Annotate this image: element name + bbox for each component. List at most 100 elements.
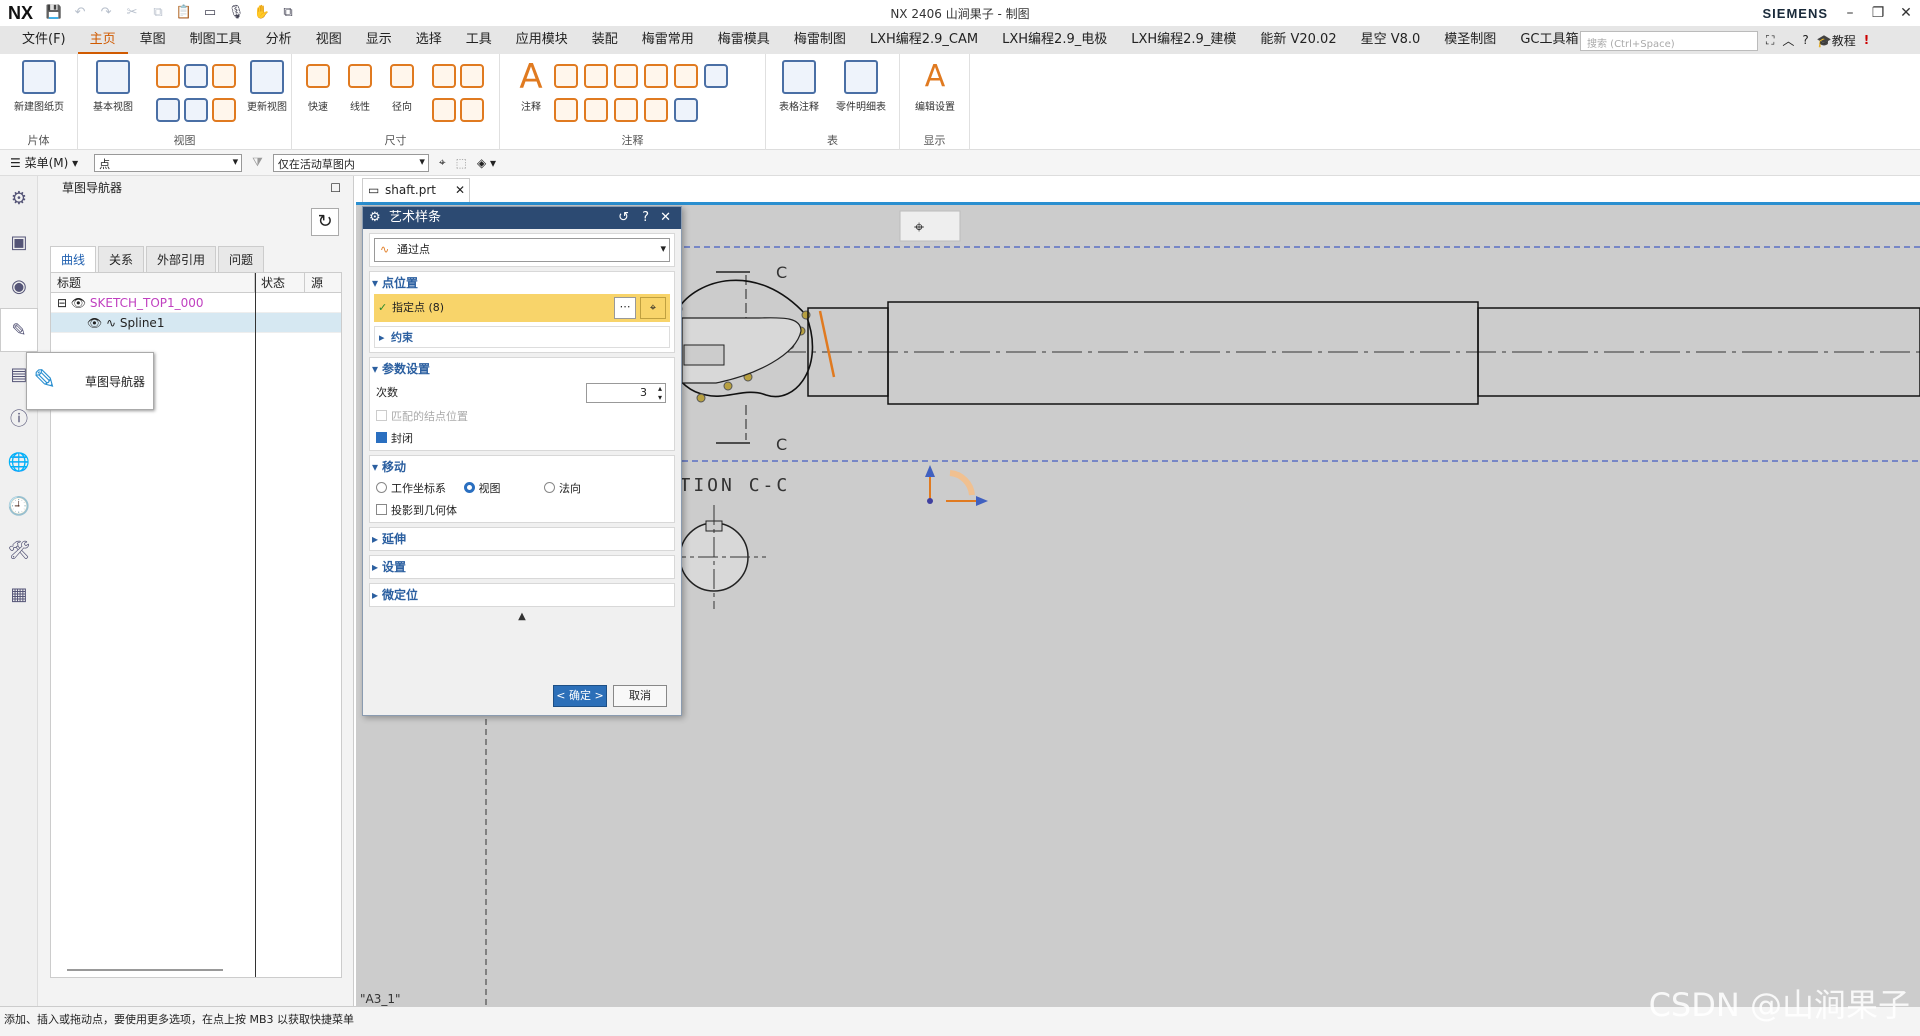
- dialog-settings-icon[interactable]: ⚙: [369, 207, 381, 229]
- note-button[interactable]: A 注释: [500, 60, 562, 113]
- ordinate-dimension-icon[interactable]: [460, 98, 484, 122]
- ok-button[interactable]: < 确定 >: [553, 685, 607, 707]
- menu-meilei-common[interactable]: 梅雷常用: [630, 26, 706, 54]
- menu-lxh-cam[interactable]: LXH编程2.9_CAM: [858, 26, 990, 54]
- view-boundary[interactable]: [633, 246, 1920, 462]
- minimize-icon[interactable]: –: [1836, 0, 1864, 26]
- select-option-icon[interactable]: ⬚: [456, 156, 467, 170]
- quick-dimension-icon[interactable]: [306, 64, 330, 88]
- feature-control-frame-icon[interactable]: [554, 64, 578, 88]
- history-icon[interactable]: 🕘: [0, 484, 38, 528]
- menu-sketch[interactable]: 草图: [128, 26, 178, 54]
- detail-view-icon[interactable]: [212, 64, 236, 88]
- wcs-radio-option[interactable]: 工作坐标系: [376, 482, 446, 495]
- col-title[interactable]: 标题: [51, 273, 255, 292]
- display-icon[interactable]: ▭: [201, 4, 219, 22]
- view-triad-toolbar[interactable]: [899, 210, 961, 242]
- copy-icon[interactable]: ⧉: [149, 4, 167, 22]
- base-view-button[interactable]: 基本视图: [82, 60, 144, 113]
- hatch-icon[interactable]: [674, 64, 698, 88]
- target-point-icon[interactable]: [614, 98, 638, 122]
- normal-radio[interactable]: [544, 482, 555, 493]
- assembly-navigator-icon[interactable]: ◉: [0, 264, 38, 308]
- menu-analysis[interactable]: 分析: [254, 26, 304, 54]
- collapse-dialog-icon[interactable]: ▲: [363, 611, 681, 622]
- radial-dimension-icon[interactable]: [390, 64, 414, 88]
- save-icon[interactable]: 💾: [45, 4, 63, 22]
- specify-point-row[interactable]: ✓ 指定点 (8) ⋯ ⌖: [374, 294, 670, 322]
- menu-meilei-mold[interactable]: 梅雷模具: [706, 26, 782, 54]
- tab-relations[interactable]: 关系: [98, 246, 145, 273]
- menu-tools[interactable]: 工具: [454, 26, 504, 54]
- refresh-icon[interactable]: ↻: [311, 208, 339, 236]
- point-snap-icon[interactable]: ◈ ▾: [477, 156, 496, 170]
- menu-nengxin[interactable]: 能新 V20.02: [1248, 26, 1348, 54]
- project-checkbox[interactable]: [376, 504, 387, 515]
- thickness-dimension-icon[interactable]: [432, 98, 456, 122]
- menu-mosheng[interactable]: 模圣制图: [1432, 26, 1508, 54]
- degree-spinner-icon[interactable]: ▴ ▾: [658, 384, 662, 402]
- wcs-radio[interactable]: [376, 482, 387, 493]
- menu-meilei-drafting[interactable]: 梅雷制图: [782, 26, 858, 54]
- point-location-header[interactable]: 点位置: [370, 272, 674, 294]
- col-source[interactable]: 源: [305, 273, 341, 292]
- filter-icon[interactable]: ⧩: [252, 155, 263, 170]
- tree-row-sketch[interactable]: ⊟ 👁 SKETCH_TOP1_000: [51, 293, 341, 313]
- parts-list-button[interactable]: 零件明细表: [830, 60, 892, 113]
- menu-view[interactable]: 视图: [304, 26, 354, 54]
- dialog-close-icon[interactable]: ✕: [660, 207, 671, 229]
- col-status[interactable]: 状态: [255, 273, 305, 292]
- menu-xingkong[interactable]: 星空 V8.0: [1349, 26, 1433, 54]
- view-radio-option[interactable]: 视图: [463, 482, 501, 495]
- surface-finish-icon[interactable]: [644, 64, 668, 88]
- break-view-icon[interactable]: [156, 98, 180, 122]
- menu-home[interactable]: 主页: [77, 26, 128, 54]
- area-fill-icon[interactable]: [644, 98, 668, 122]
- normal-radio-option[interactable]: 法向: [544, 482, 581, 495]
- undo-icon[interactable]: ↶: [71, 4, 89, 22]
- datum-feature-icon[interactable]: [584, 64, 608, 88]
- point-snap-target-icon[interactable]: ⌖: [640, 297, 666, 319]
- edit-settings-button[interactable]: A 编辑设置: [904, 60, 966, 114]
- tab-external-refs[interactable]: 外部引用: [146, 246, 217, 273]
- new-sheet-button[interactable]: 新建图纸页: [8, 60, 70, 113]
- dialog-reset-icon[interactable]: ↺: [618, 207, 629, 229]
- microphone-icon[interactable]: 🎙: [227, 4, 245, 22]
- settings-gear-icon[interactable]: ⚙: [0, 176, 38, 220]
- menu-gc-toolbox[interactable]: GC工具箱: [1508, 26, 1590, 54]
- tree-row-spline[interactable]: 👁 ∿ Spline1: [51, 313, 341, 333]
- close-icon[interactable]: ✕: [1892, 0, 1920, 26]
- degree-input[interactable]: 3 ▴ ▾: [586, 383, 666, 403]
- move-header[interactable]: 移动: [370, 456, 674, 478]
- menu-display[interactable]: 显示: [354, 26, 404, 54]
- maximize-panel-icon[interactable]: ☐: [330, 176, 341, 200]
- wcs-origin[interactable]: [927, 498, 933, 504]
- restore-icon[interactable]: ❐: [1864, 0, 1892, 26]
- menu-applications[interactable]: 应用模块: [504, 26, 580, 54]
- sketch-navigator-icon[interactable]: ✎: [0, 308, 38, 352]
- section-view-icon[interactable]: [184, 64, 208, 88]
- help-icon[interactable]: ?: [1802, 33, 1808, 47]
- tutorial-button[interactable]: 🎓教程: [1817, 32, 1856, 49]
- wcs-rotate-handle[interactable]: [949, 470, 975, 496]
- cancel-button[interactable]: 取消: [613, 685, 667, 707]
- close-tab-icon[interactable]: ✕: [455, 179, 465, 201]
- web-browser-icon[interactable]: 🌐: [0, 440, 38, 484]
- collapse-ribbon-icon[interactable]: ︿: [1782, 32, 1794, 49]
- parameters-header[interactable]: 参数设置: [370, 358, 674, 380]
- role-icon[interactable]: ▦: [0, 572, 38, 616]
- view-creation-icon[interactable]: [184, 98, 208, 122]
- cut-icon[interactable]: ✂: [123, 4, 141, 22]
- menu-drafting-tools[interactable]: 制图工具: [178, 26, 254, 54]
- menu-button[interactable]: ☰ 菜单(M) ▾: [10, 154, 78, 171]
- center-mark-icon[interactable]: [704, 64, 728, 88]
- dialog-help-icon[interactable]: ?: [642, 207, 649, 229]
- tabular-note-button[interactable]: 表格注释: [768, 60, 830, 113]
- id-symbol-icon[interactable]: [614, 64, 638, 88]
- menu-file[interactable]: 文件(F): [10, 26, 78, 54]
- more-icon[interactable]: !: [1864, 33, 1869, 47]
- command-search-input[interactable]: 搜索 (Ctrl+Space): [1580, 31, 1758, 51]
- linear-dimension-icon[interactable]: [348, 64, 372, 88]
- image-icon[interactable]: [674, 98, 698, 122]
- spline-type-dropdown[interactable]: ∿ 通过点: [374, 238, 670, 262]
